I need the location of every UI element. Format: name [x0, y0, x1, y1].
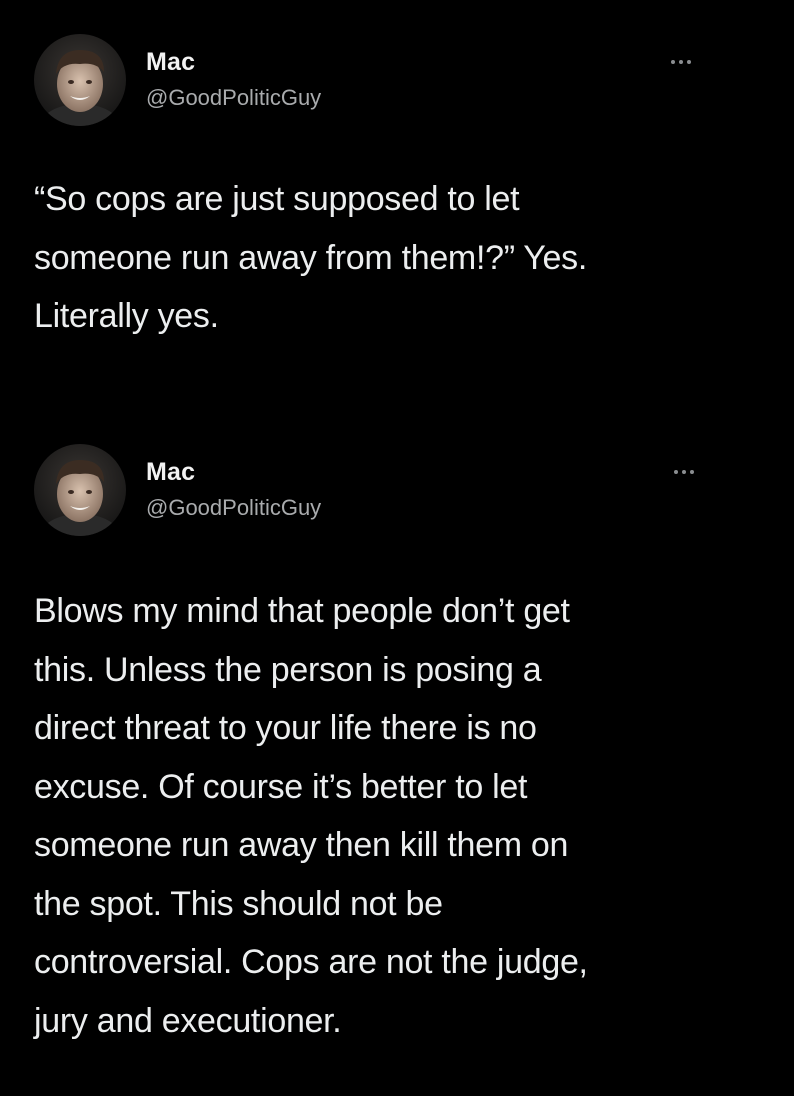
more-options-icon[interactable] — [668, 460, 708, 484]
tweet-text: Blows my mind that people don’t get this… — [34, 592, 588, 1040]
tweet-text: “So cops are just supposed to let someon… — [34, 180, 587, 335]
author-display-name[interactable]: Mac — [146, 458, 195, 487]
author-avatar[interactable] — [34, 34, 126, 126]
author-handle[interactable]: @GoodPoliticGuy — [146, 85, 321, 111]
avatar-photo-icon — [34, 34, 126, 126]
author-avatar[interactable] — [34, 444, 126, 536]
avatar-photo-icon — [34, 444, 126, 536]
more-options-icon[interactable] — [665, 50, 705, 74]
author-display-name[interactable]: Mac — [146, 48, 195, 77]
author-handle[interactable]: @GoodPoliticGuy — [146, 495, 321, 521]
